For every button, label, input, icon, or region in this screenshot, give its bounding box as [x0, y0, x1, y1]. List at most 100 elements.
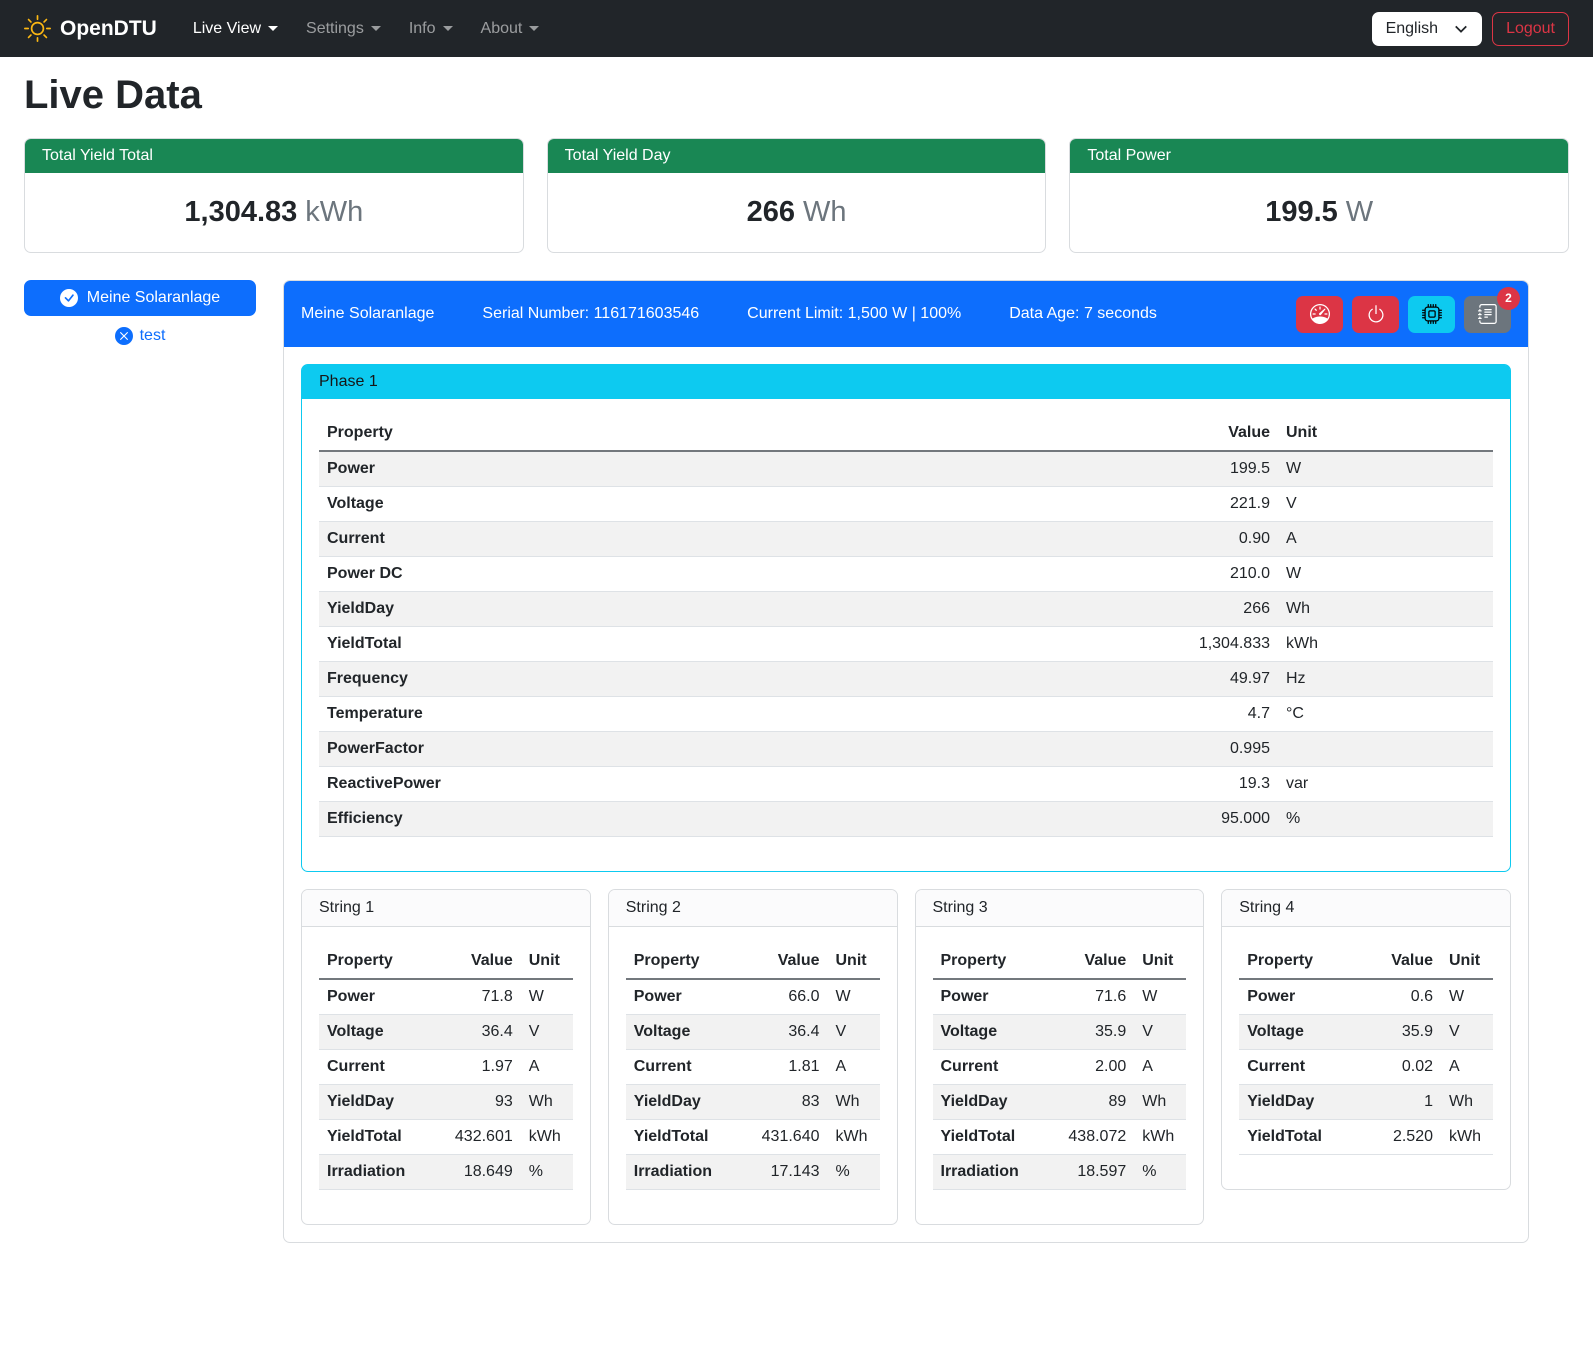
unit-cell: Wh — [521, 1085, 573, 1120]
table-row: YieldDay 266 Wh — [319, 592, 1493, 627]
nav-item-settings[interactable]: Settings — [292, 12, 395, 46]
value-cell: 0.6 — [1349, 979, 1441, 1015]
column-header-unit: Unit — [1134, 944, 1186, 979]
value-cell: 221.9 — [1148, 487, 1278, 522]
property-cell: Irradiation — [626, 1155, 736, 1190]
x-circle-icon — [115, 327, 133, 345]
table-row: Frequency 49.97 Hz — [319, 662, 1493, 697]
device-info-button[interactable] — [1408, 296, 1455, 333]
property-cell: Voltage — [319, 1015, 429, 1050]
value-cell: 71.6 — [1042, 979, 1134, 1015]
table-row: YieldTotal 431.640 kWh — [626, 1120, 880, 1155]
navbar-right: English Logout — [1372, 12, 1569, 46]
inverter-serial: Serial Number: 116171603546 — [482, 305, 699, 323]
inverter-select-link-test[interactable]: test — [115, 327, 166, 345]
property-cell: YieldTotal — [933, 1120, 1043, 1155]
summary-card-body: 199.5W — [1070, 173, 1568, 252]
table-row: Voltage 35.9 V — [933, 1015, 1187, 1050]
value-cell: 199.5 — [1148, 451, 1278, 487]
string-table: PropertyValueUnit Power 71.6 W Voltage 3… — [933, 944, 1187, 1190]
inverter-select-button-selected[interactable]: Meine Solaranlage — [24, 280, 256, 316]
table-row: PowerFactor 0.995 — [319, 732, 1493, 767]
unit-cell: V — [1134, 1015, 1186, 1050]
property-cell: PowerFactor — [319, 732, 1148, 767]
value-cell: 266 — [1148, 592, 1278, 627]
table-row: Current 0.02 A — [1239, 1050, 1493, 1085]
table-row: Irradiation 18.649 % — [319, 1155, 573, 1190]
table-row: Voltage 35.9 V — [1239, 1015, 1493, 1050]
table-row: Irradiation 17.143 % — [626, 1155, 880, 1190]
table-row: YieldTotal 438.072 kWh — [933, 1120, 1187, 1155]
string-card-string-4: String 4 PropertyValueUnit Power 0.6 W V… — [1221, 889, 1511, 1190]
navbar: OpenDTU Live View Settings Info About En… — [0, 0, 1593, 57]
event-log-button[interactable]: 2 — [1464, 296, 1511, 333]
string-card-title: String 4 — [1222, 890, 1510, 927]
string-table: PropertyValueUnit Power 0.6 W Voltage 35… — [1239, 944, 1493, 1155]
unit-cell: % — [521, 1155, 573, 1190]
speedometer-icon — [1310, 304, 1330, 324]
table-row: YieldDay 93 Wh — [319, 1085, 573, 1120]
nav-item-info[interactable]: Info — [395, 12, 467, 46]
summary-card-title: Total Power — [1070, 139, 1568, 173]
table-row: YieldTotal 432.601 kWh — [319, 1120, 573, 1155]
unit-cell: A — [1441, 1050, 1493, 1085]
column-header-unit: Unit — [828, 944, 880, 979]
property-cell: Voltage — [626, 1015, 736, 1050]
property-cell: Power — [626, 979, 736, 1015]
string-card-title: String 1 — [302, 890, 590, 927]
summary-card-value: 199.5 — [1265, 196, 1338, 228]
table-row: Current 1.97 A — [319, 1050, 573, 1085]
property-cell: Voltage — [319, 487, 1148, 522]
property-cell: Irradiation — [319, 1155, 429, 1190]
unit-cell: kWh — [1134, 1120, 1186, 1155]
brand-link[interactable]: OpenDTU — [24, 15, 157, 42]
page-title: Live Data — [24, 73, 1569, 118]
sun-icon — [24, 15, 51, 42]
summary-card-value: 1,304.83 — [184, 196, 297, 228]
value-cell: 93 — [429, 1085, 521, 1120]
brand-label: OpenDTU — [60, 17, 157, 41]
value-cell: 438.072 — [1042, 1120, 1134, 1155]
inverter-data-age: Data Age: 7 seconds — [1009, 305, 1157, 323]
unit-cell: V — [828, 1015, 880, 1050]
language-select[interactable]: English — [1372, 12, 1482, 46]
string-table-header-row: PropertyValueUnit — [1239, 944, 1493, 979]
nav-item-about[interactable]: About — [467, 12, 554, 46]
value-cell: 71.8 — [429, 979, 521, 1015]
property-cell: Frequency — [319, 662, 1148, 697]
table-row: Current 2.00 A — [933, 1050, 1187, 1085]
nav-item-live-view[interactable]: Live View — [179, 12, 292, 46]
property-cell: YieldDay — [319, 1085, 429, 1120]
unit-cell: W — [1278, 451, 1493, 487]
value-cell: 431.640 — [736, 1120, 828, 1155]
unit-cell: kWh — [1278, 627, 1493, 662]
string-table: PropertyValueUnit Power 71.8 W Voltage 3… — [319, 944, 573, 1190]
summary-card-total-yield-total: Total Yield Total 1,304.83kWh — [24, 138, 524, 253]
value-cell: 95.000 — [1148, 802, 1278, 837]
value-cell: 35.9 — [1349, 1015, 1441, 1050]
unit-cell: W — [521, 979, 573, 1015]
table-row: Voltage 36.4 V — [319, 1015, 573, 1050]
unit-cell: % — [1278, 802, 1493, 837]
property-cell: Current — [1239, 1050, 1349, 1085]
power-toggle-button[interactable] — [1352, 296, 1399, 333]
unit-cell: °C — [1278, 697, 1493, 732]
property-cell: Power — [1239, 979, 1349, 1015]
unit-cell: Wh — [828, 1085, 880, 1120]
value-cell: 83 — [736, 1085, 828, 1120]
inverter-card: Meine Solaranlage Serial Number: 1161716… — [283, 280, 1529, 1243]
table-row: YieldTotal 1,304.833 kWh — [319, 627, 1493, 662]
dropdown-caret-icon — [268, 26, 278, 31]
property-cell: Current — [319, 522, 1148, 557]
summary-cards-row: Total Yield Total 1,304.83kWh Total Yiel… — [24, 138, 1569, 253]
limit-settings-button[interactable] — [1296, 296, 1343, 333]
property-cell: YieldDay — [933, 1085, 1043, 1120]
string-table-header-row: PropertyValueUnit — [319, 944, 573, 979]
strings-row: String 1 PropertyValueUnit Power 71.8 W … — [301, 889, 1511, 1225]
column-header-unit: Unit — [1278, 416, 1493, 451]
logout-button[interactable]: Logout — [1492, 12, 1569, 46]
property-cell: Temperature — [319, 697, 1148, 732]
column-header-property: Property — [319, 416, 1148, 451]
value-cell: 4.7 — [1148, 697, 1278, 732]
unit-cell: kWh — [828, 1120, 880, 1155]
